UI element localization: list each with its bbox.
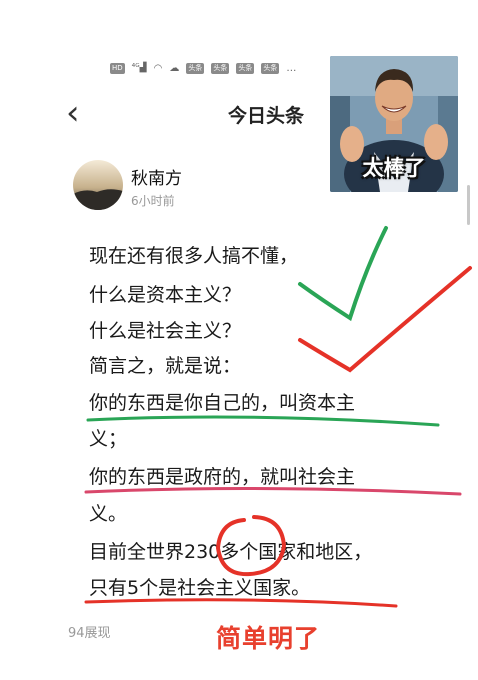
hd-icon: HD — [110, 62, 125, 74]
red-underline — [84, 598, 398, 608]
toutiao-icon: 头条 — [211, 62, 230, 74]
post-line: 简言之，就是说： — [89, 355, 242, 377]
post-line: 只有5个是社会主义国家。 — [89, 577, 311, 599]
view-count: 94展现 — [68, 626, 111, 641]
post-line: 义。 — [89, 503, 128, 525]
toutiao-icon: 头条 — [261, 62, 280, 74]
meme-caption: 太棒了 — [362, 156, 426, 180]
green-underline — [86, 415, 440, 427]
status-bar: HD ⁴ᴳ▟ ◠ ☁ 头条 头条 头条 头条 … — [110, 58, 340, 78]
pink-underline — [84, 486, 462, 496]
more-icon: … — [286, 62, 297, 74]
post-line: 现在还有很多人搞不懂， — [89, 245, 299, 267]
wifi-icon: ◠ — [153, 62, 163, 74]
toutiao-icon: 头条 — [186, 62, 205, 74]
post-line: 目前全世界230多个国家和地区， — [89, 541, 373, 563]
author-name[interactable]: 秋南方 — [131, 164, 182, 189]
green-checkmark — [298, 226, 388, 322]
back-button[interactable]: ‹ — [66, 96, 80, 130]
post-time: 6小时前 — [131, 194, 175, 208]
avatar[interactable] — [73, 160, 123, 210]
red-checkmark — [298, 266, 472, 373]
signal-icon: ⁴ᴳ▟ — [131, 63, 147, 73]
post-line: 你的东西是你自己的，叫资本主 — [89, 392, 356, 414]
scrollbar[interactable] — [467, 185, 470, 225]
annotation-stamp: 简单明了 — [216, 624, 321, 653]
cloud-icon: ☁ — [169, 62, 180, 74]
toutiao-icon: 头条 — [236, 62, 255, 74]
post-line: 义； — [89, 428, 128, 450]
meme-sticker: 太棒了 — [330, 56, 458, 192]
page-title: 今日头条 — [228, 105, 305, 127]
post-line: 你的东西是政府的，就叫社会主 — [89, 466, 356, 488]
post-line: 什么是社会主义？ — [89, 320, 242, 342]
post-line: 什么是资本主义？ — [89, 284, 242, 306]
